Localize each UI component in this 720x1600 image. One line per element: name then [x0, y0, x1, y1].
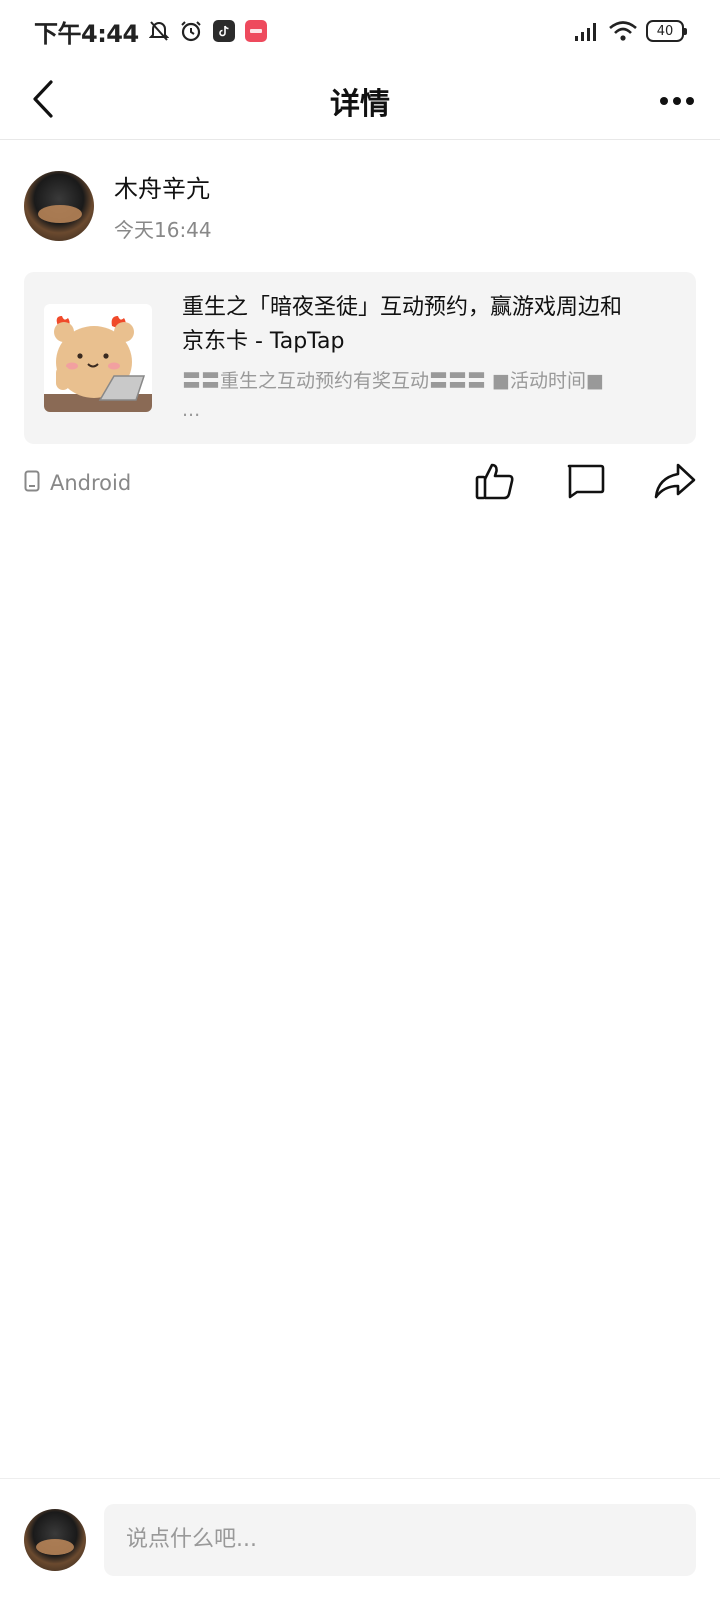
back-chevron-icon — [31, 79, 55, 123]
link-card-description: 〓〓重生之互动预约有奖互动〓〓〓 ■活动时间■ ... — [182, 370, 604, 421]
comment-input[interactable] — [104, 1503, 696, 1576]
post-time: 今天16:44 — [114, 218, 212, 242]
status-left: 下午4:44 — [34, 14, 267, 49]
more-dot — [673, 97, 681, 105]
link-card[interactable]: 重生之「暗夜圣徒」互动预约，赢游戏周边和京东卡 - TapTap 〓〓重生之互动… — [24, 272, 696, 444]
post-actions: Android — [24, 458, 696, 508]
share-icon — [654, 462, 696, 504]
avatar[interactable] — [24, 171, 94, 241]
phone-icon — [24, 470, 40, 497]
tiktok-app-icon — [212, 20, 235, 42]
status-right: 40 — [574, 20, 687, 42]
more-dot — [686, 97, 694, 105]
author-header: 木舟辛亢 今天16:44 — [24, 170, 696, 242]
page-title: 详情 — [330, 86, 390, 122]
more-dots-icon — [660, 97, 668, 105]
my-avatar[interactable] — [24, 1508, 86, 1571]
wifi-icon — [608, 20, 638, 42]
status-bar: 下午4:44 40 — [0, 0, 720, 62]
link-card-text: 重生之「暗夜圣徒」互动预约，赢游戏周边和京东卡 - TapTap 〓〓重生之互动… — [182, 291, 622, 425]
mute-bell-icon — [148, 20, 169, 42]
back-button[interactable] — [18, 76, 68, 126]
alarm-icon — [179, 19, 203, 43]
bear-laptop-sticker — [44, 304, 152, 412]
comment-bar — [0, 1478, 720, 1600]
link-card-title: 重生之「暗夜圣徒」互动预约，赢游戏周边和京东卡 - TapTap — [182, 295, 623, 354]
author-name[interactable]: 木舟辛亢 — [114, 169, 212, 204]
red-app-icon — [244, 20, 267, 42]
thumbs-up-icon — [475, 461, 515, 505]
comment-icon — [565, 462, 605, 504]
like-button[interactable] — [474, 462, 516, 504]
comment-button[interactable] — [564, 462, 606, 504]
more-button[interactable] — [652, 76, 702, 126]
action-icons — [474, 462, 696, 504]
author-info: 木舟辛亢 今天16:44 — [114, 169, 212, 243]
signal-icon — [574, 20, 600, 42]
battery-level: 40 — [656, 23, 674, 39]
share-button[interactable] — [654, 462, 696, 504]
status-time: 下午4:44 — [34, 19, 139, 48]
battery-icon: 40 — [646, 20, 687, 42]
nav-bar: 详情 — [0, 62, 720, 140]
device-label: Android — [50, 471, 132, 495]
device-info: Android — [24, 470, 131, 497]
